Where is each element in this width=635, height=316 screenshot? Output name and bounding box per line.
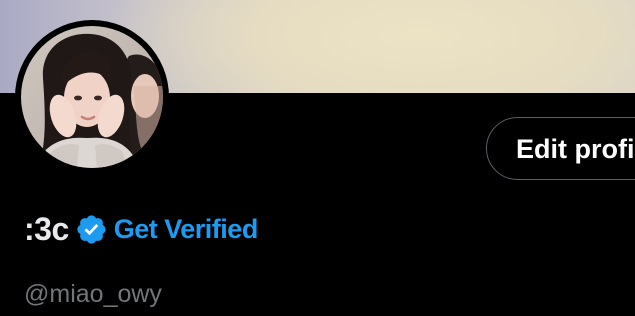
edit-profile-button[interactable]: Edit profile	[486, 117, 635, 180]
profile-avatar[interactable]	[15, 20, 169, 174]
profile-header: Edit profile :3c Get Verified @miao_owy	[0, 0, 635, 316]
get-verified-link[interactable]: Get Verified	[114, 214, 259, 245]
verified-badge-icon[interactable]	[75, 213, 108, 246]
display-name: :3c	[24, 210, 69, 247]
profile-handle: @miao_owy	[24, 280, 162, 308]
avatar-photo	[21, 26, 163, 168]
name-row: :3c Get Verified	[24, 208, 258, 250]
